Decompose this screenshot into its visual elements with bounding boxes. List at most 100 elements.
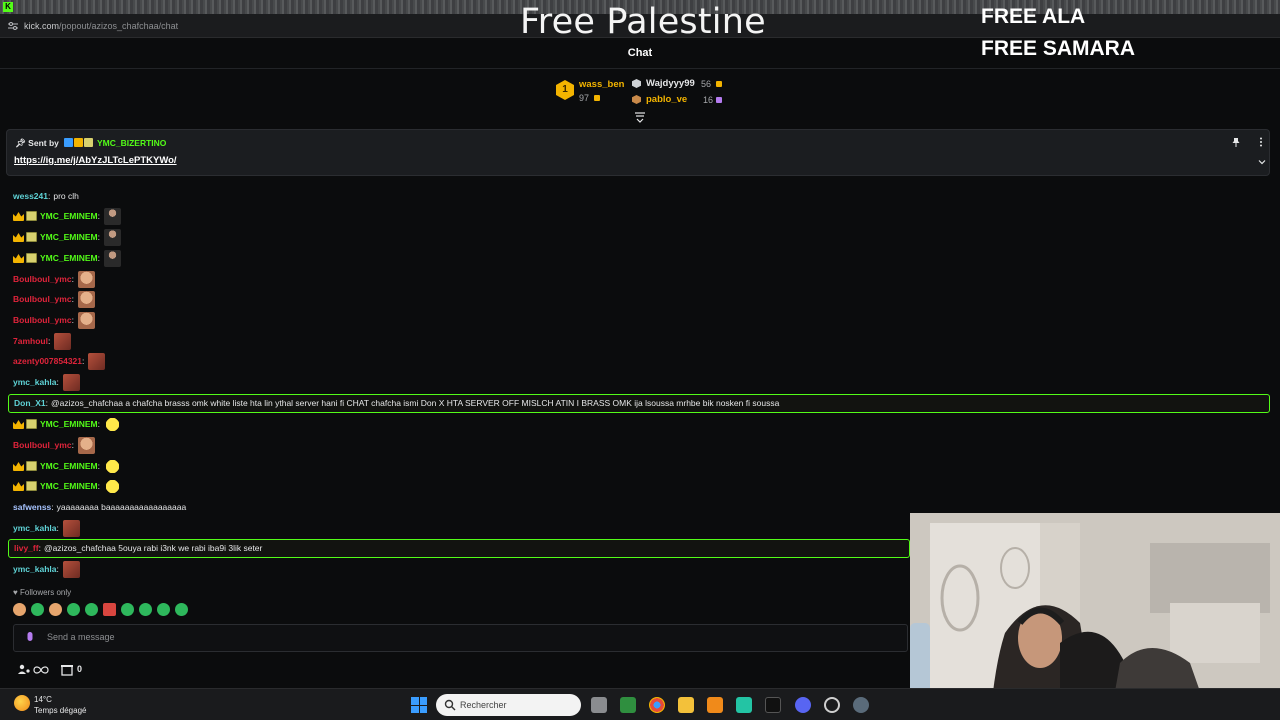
chat-header-title: Chat <box>627 47 653 59</box>
crown-badge-icon <box>13 420 24 429</box>
task-view-icon[interactable] <box>591 697 607 713</box>
leaderboard-second-count: 56 <box>701 79 712 89</box>
chat-message: ymc_kahla: <box>13 372 80 392</box>
infinity-icon[interactable] <box>33 666 49 674</box>
more-options-icon[interactable] <box>1257 137 1265 147</box>
emote-icon <box>77 290 95 308</box>
emote-icon[interactable] <box>121 603 134 616</box>
chat-message: safwenss: yaaaaaaaa baaaaaaaaaaaaaaaaa <box>13 502 187 512</box>
badge-icon <box>64 138 74 147</box>
chat-username[interactable]: ymc_kahla <box>13 564 56 574</box>
store-icon[interactable] <box>61 665 73 676</box>
crown-badge-icon <box>13 233 24 242</box>
leaderboard-third-name[interactable]: pablo_ve <box>646 94 687 105</box>
chat-username[interactable]: YMC_EMINEM <box>40 253 98 263</box>
site-info-icon[interactable] <box>8 22 18 30</box>
microphone-icon[interactable] <box>26 632 34 645</box>
chevron-down-icon[interactable] <box>1257 157 1267 167</box>
leaderboard-first-name[interactable]: wass_ben <box>579 79 624 90</box>
chat-username[interactable]: wess241 <box>13 191 48 201</box>
rank-1-medal: 1 <box>556 80 574 100</box>
emote-icon[interactable] <box>139 603 152 616</box>
gift-leaderboard: 1 wass_ben 97 Wajdyyy99 56 pablo_ve 16 <box>556 76 736 110</box>
followers-only-label: Followers only <box>19 588 72 597</box>
app-icon[interactable] <box>736 697 752 713</box>
chat-input-box <box>13 624 908 652</box>
chat-username[interactable]: YMC_EMINEM <box>40 419 98 429</box>
leaderboard-second-name[interactable]: Wajdyyy99 <box>646 78 695 89</box>
chat-username[interactable]: ymc_kahla <box>13 377 56 387</box>
chrome-icon[interactable] <box>649 697 665 713</box>
pinned-sender-name[interactable]: YMC_BIZERTINO <box>97 138 166 148</box>
chat-username[interactable]: 7amhoul <box>13 336 48 346</box>
emote-icon <box>62 519 80 537</box>
emote-icon <box>104 249 121 267</box>
gift-icon <box>716 81 722 87</box>
emote-icon <box>104 207 121 225</box>
chat-username[interactable]: Boulboul_ymc <box>13 294 72 304</box>
chat-username[interactable]: Boulboul_ymc <box>13 274 72 284</box>
chat-username[interactable]: Boulboul_ymc <box>13 440 72 450</box>
followers-only-indicator: ♥ Followers only <box>13 588 71 597</box>
chat-message: ymc_kahla: <box>13 518 80 538</box>
discord-icon[interactable] <box>795 697 811 713</box>
settings-icon[interactable] <box>853 697 869 713</box>
chat-message: azenty007854321: <box>13 351 106 371</box>
emote-icon[interactable] <box>67 603 80 616</box>
chat-username[interactable]: livy_ff <box>14 543 39 553</box>
app-icon[interactable] <box>765 697 781 713</box>
emote-icon[interactable] <box>103 603 116 616</box>
pinned-link[interactable]: https://ig.me/j/AbYzJLTcLePTKYWo/ <box>14 155 177 166</box>
emote-icon[interactable] <box>175 603 188 616</box>
chat-username[interactable]: azenty007854321 <box>13 356 82 366</box>
emote-icon[interactable] <box>157 603 170 616</box>
pinned-sent-by-label: Sent by <box>28 138 59 148</box>
weather-description[interactable]: Temps dégagé <box>34 706 86 715</box>
taskbar-search[interactable]: Rechercher <box>436 694 581 716</box>
emote-icon[interactable] <box>31 603 44 616</box>
start-tile <box>411 697 419 705</box>
chat-message: 7amhoul: <box>13 331 72 351</box>
emote-icon <box>62 560 80 578</box>
chat-text: yaaaaaaaa baaaaaaaaaaaaaaaaa <box>56 502 187 512</box>
pin-icon[interactable] <box>1231 137 1241 147</box>
expand-chevron-icon[interactable] <box>634 111 646 123</box>
chat-text: pro clh <box>53 191 79 201</box>
chat-username[interactable]: ymc_kahla <box>13 523 56 533</box>
chat-username[interactable]: YMC_EMINEM <box>40 461 98 471</box>
chat-username[interactable]: Boulboul_ymc <box>13 315 72 325</box>
chat-message: YMC_EMINEM: <box>13 414 121 434</box>
chat-username[interactable]: YMC_EMINEM <box>40 481 98 491</box>
chat-username[interactable]: YMC_EMINEM <box>40 211 98 221</box>
search-icon <box>444 699 456 711</box>
chat-username[interactable]: safwenss <box>13 502 51 512</box>
app-icon[interactable] <box>824 697 840 713</box>
chat-username[interactable]: Don_X1 <box>14 398 46 408</box>
chat-message: YMC_EMINEM: <box>13 248 121 268</box>
chat-footer-icons <box>18 664 73 676</box>
emote-icon[interactable] <box>13 603 26 616</box>
file-explorer-icon[interactable] <box>678 697 694 713</box>
overlay-title: Free Palestine <box>520 2 766 42</box>
address-bar[interactable]: kick.com/popout/azizos_chafchaa/chat <box>24 21 178 31</box>
weather-temperature[interactable]: 14°C <box>34 695 52 704</box>
weather-icon[interactable] <box>14 695 30 711</box>
taskbar-search-placeholder: Rechercher <box>460 700 507 710</box>
emote-icon[interactable] <box>49 603 62 616</box>
chat-text: @azizos_chafchaa a chafcha brasss omk wh… <box>51 398 780 408</box>
emote-icon <box>54 332 72 350</box>
windows-start-button[interactable] <box>411 697 427 713</box>
chat-message: YMC_EMINEM: <box>13 476 121 496</box>
app-icon[interactable] <box>620 697 636 713</box>
start-tile <box>419 705 427 713</box>
chat-message: Boulboul_ymc: <box>13 435 95 455</box>
chat-username[interactable]: YMC_EMINEM <box>40 232 98 242</box>
chat-message: YMC_EMINEM: <box>13 206 121 226</box>
app-icon[interactable] <box>707 697 723 713</box>
emote-icon[interactable] <box>85 603 98 616</box>
kick-favicon[interactable]: K <box>3 2 13 12</box>
emote-icon <box>104 415 121 433</box>
chat-message-input[interactable] <box>47 632 887 642</box>
users-icon[interactable] <box>18 664 30 674</box>
crown-badge-icon <box>13 462 24 471</box>
